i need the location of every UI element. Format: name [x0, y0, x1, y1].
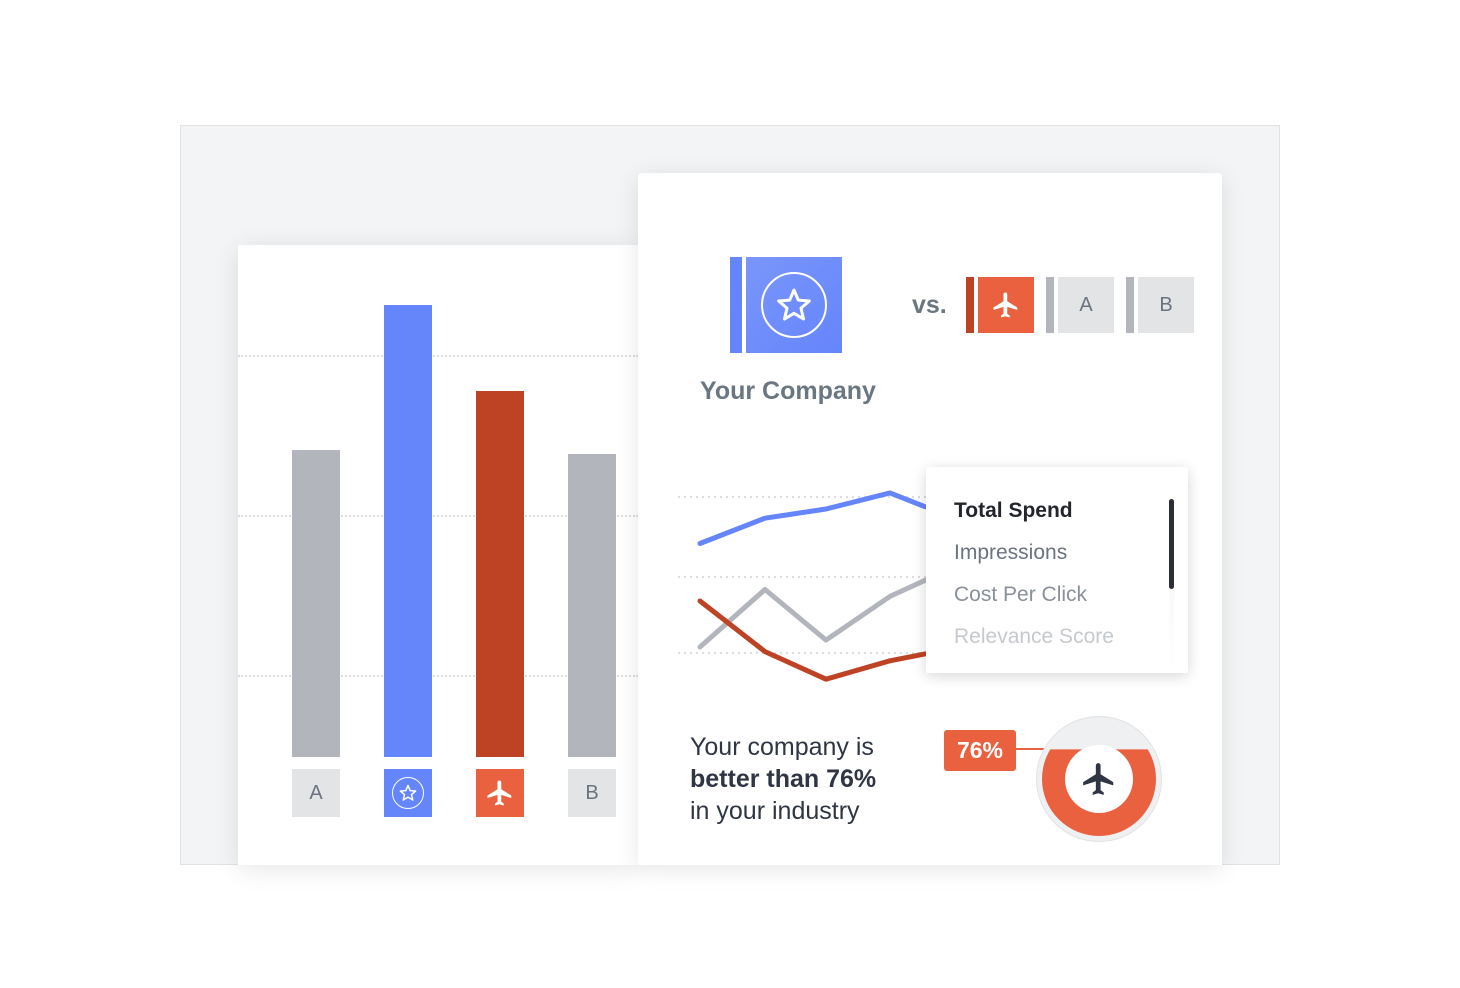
vs-label: vs. [912, 291, 947, 319]
bar-plane [476, 390, 524, 757]
competitor-accent [1046, 277, 1054, 333]
percentile-gauge [1036, 716, 1162, 842]
bar-star [384, 305, 432, 757]
company-label: Your Company [700, 377, 876, 405]
plane-icon [485, 778, 515, 808]
bar-A [292, 449, 340, 757]
summary-text: Your company is better than 76% in your … [690, 731, 876, 827]
series-line-0 [697, 490, 928, 546]
menu-item-cost-per-click[interactable]: Cost Per Click [954, 583, 1087, 607]
summary-line: in your industry [690, 797, 860, 825]
competitor-accent [966, 277, 974, 333]
scrollbar-thumb[interactable] [1169, 499, 1174, 589]
competitor-plane[interactable] [978, 277, 1034, 333]
bar-label-b: B [568, 769, 616, 817]
company-badge[interactable] [746, 257, 842, 353]
competitor-a[interactable]: A [1058, 277, 1114, 333]
bar-label-star [384, 769, 432, 817]
plane-icon [991, 290, 1021, 320]
competitor-accent [1126, 277, 1134, 333]
gridline [238, 355, 638, 357]
star-icon [392, 777, 424, 809]
menu-item-impressions[interactable]: Impressions [954, 541, 1067, 565]
star-icon [761, 272, 827, 338]
bar-B [568, 454, 616, 757]
series-line-1 [697, 577, 928, 650]
bar-chart-card: A B [238, 245, 638, 865]
summary-line: Your company is [690, 733, 874, 761]
metric-menu: Total Spend Impressions Cost Per Click R… [926, 467, 1188, 673]
menu-item-total-spend[interactable]: Total Spend [954, 499, 1073, 523]
bar-label-a: A [292, 769, 340, 817]
plane-icon [1080, 760, 1118, 798]
bar-label-plane [476, 769, 524, 817]
company-accent [730, 257, 742, 353]
series-line-2 [697, 598, 928, 682]
summary-highlight: better than 76% [690, 765, 877, 793]
comparison-card: Your Company vs. A B Total Spend Impress… [638, 173, 1222, 865]
percent-badge: 76% [944, 730, 1016, 771]
menu-item-relevance-score[interactable]: Relevance Score [954, 625, 1114, 649]
competitor-b[interactable]: B [1138, 277, 1194, 333]
